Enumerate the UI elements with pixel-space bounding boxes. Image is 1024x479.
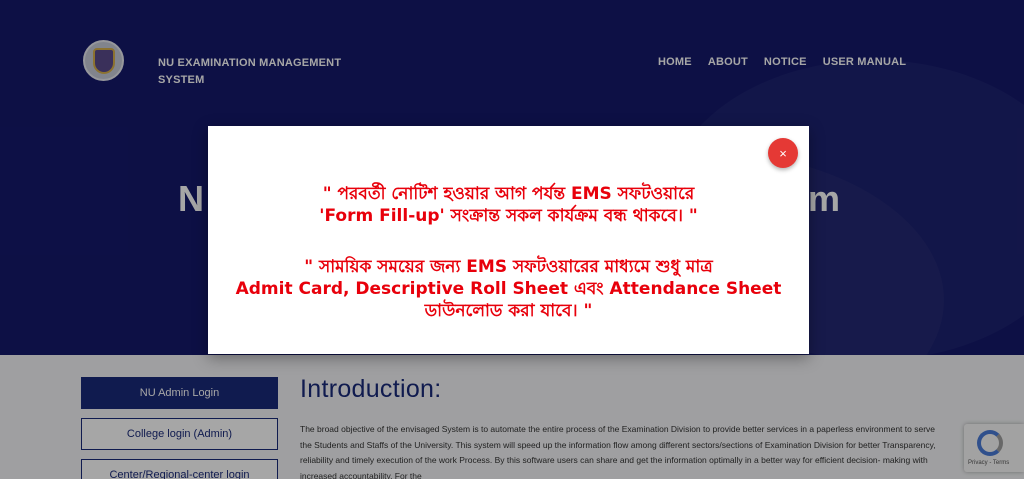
notice-line: ডাউনলোড করা যাবে। " <box>424 301 593 321</box>
notice-line: " পরবর্তী নোটিশ হওয়ার আগ পর্যন্ত EMS সফ… <box>322 184 695 204</box>
notice-line: 'Form Fill-up' সংক্রান্ত সকল কার্যক্রম ব… <box>319 206 698 226</box>
notice-line: " সাময়িক সময়ের জন্য EMS সফটওয়ারের মাধ… <box>304 257 713 277</box>
notice-line: Admit Card, Descriptive Roll Sheet এবং A… <box>235 279 782 299</box>
notice-message: " সাময়িক সময়ের জন্য EMS সফটওয়ারের মাধ… <box>208 256 809 322</box>
close-button[interactable]: × <box>768 138 798 168</box>
notice-modal: × " পরবর্তী নোটিশ হওয়ার আগ পর্যন্ত EMS … <box>208 126 809 354</box>
close-icon: × <box>779 145 787 161</box>
notice-message: " পরবর্তী নোটিশ হওয়ার আগ পর্যন্ত EMS সফ… <box>208 183 809 227</box>
